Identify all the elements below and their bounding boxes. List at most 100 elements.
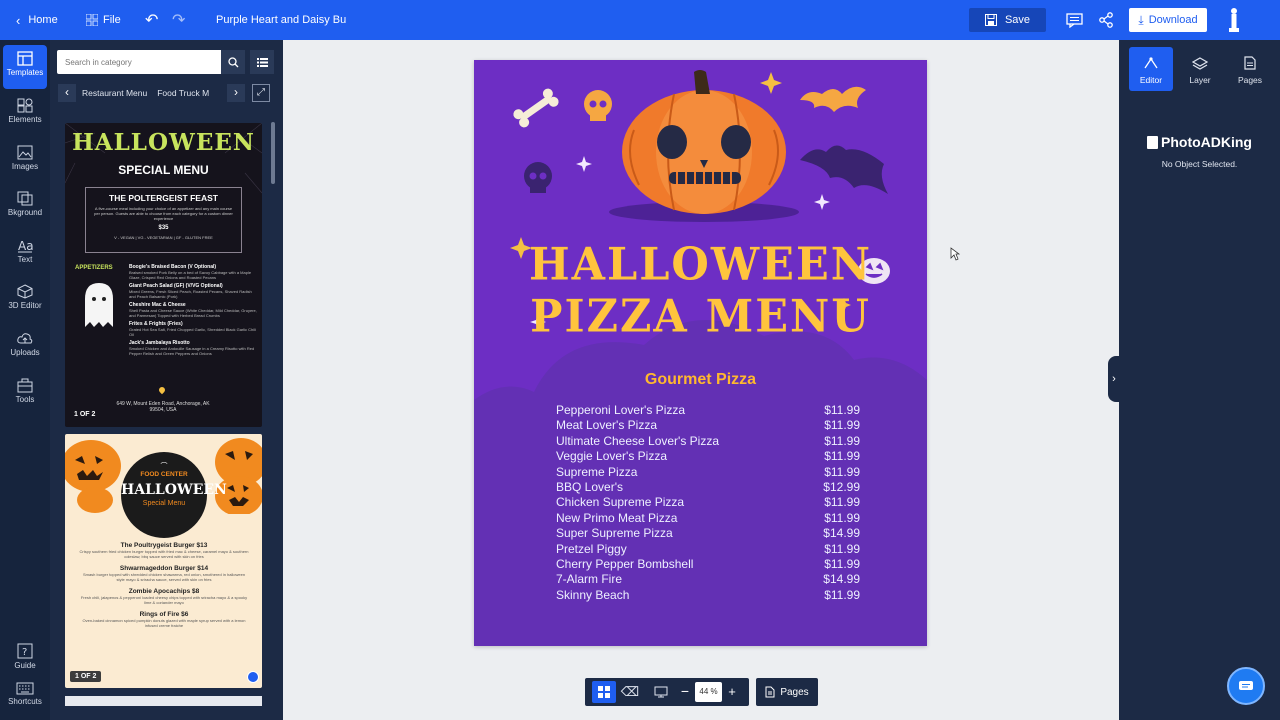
undo-icon[interactable]: ↶ (145, 0, 158, 40)
pages-button[interactable]: Pages (756, 678, 818, 706)
zoom-level[interactable]: 44 % (695, 682, 722, 702)
rail-item-images[interactable]: Images (3, 139, 47, 183)
item-name: Rings of Fire $6 (139, 611, 189, 618)
expand-button[interactable]: ⤢ (252, 84, 270, 102)
menu-item-name: BBQ Lover's (556, 480, 623, 494)
home-button[interactable]: ‹ Home (16, 0, 58, 40)
templates-icon (17, 51, 33, 66)
thumb2-subtitle: Special Menu (142, 500, 186, 507)
search-input[interactable] (57, 50, 221, 74)
thumb1-pager: 1 OF 2 (74, 411, 96, 418)
svg-text:?: ? (22, 647, 27, 658)
rail-item-uploads[interactable]: Uploads (3, 325, 47, 369)
share-icon[interactable] (1098, 0, 1114, 40)
document-title[interactable]: Purple Heart and Daisy Bu (216, 0, 346, 40)
bone-icon (513, 88, 559, 128)
design-page[interactable]: HALLOWEEN PIZZA MENU Gourmet Pizza Peppe… (474, 60, 927, 646)
selection-status: No Object Selected. (1161, 159, 1238, 169)
rail-item-guide[interactable]: ? Guide (3, 637, 47, 681)
grid-icon (86, 14, 98, 26)
save-button[interactable]: Save (969, 8, 1046, 32)
menu-item[interactable]: New Primo Meat Pizza $11.99 (556, 511, 860, 526)
menu-item[interactable]: Pepperoni Lover's Pizza $11.99 (556, 403, 860, 418)
save-icon (984, 14, 997, 26)
menu-item-price: $11.99 (824, 541, 860, 556)
design-title-line2[interactable]: PIZZA MENU (474, 291, 927, 344)
category-next-button[interactable]: › (227, 84, 245, 102)
grid-view-button[interactable] (592, 681, 616, 703)
present-icon[interactable] (650, 681, 672, 703)
avatar[interactable] (1227, 0, 1241, 40)
tab-layer[interactable]: Layer (1178, 47, 1222, 91)
menu-item[interactable]: Chicken Supreme Pizza $11.99 (556, 495, 860, 510)
rail-item-templates[interactable]: Templates (3, 45, 47, 89)
background-icon (17, 191, 33, 206)
thumb2-title: HALLOWEEN (121, 482, 227, 498)
tab-pages[interactable]: Pages (1228, 47, 1272, 91)
rail-label: Bkground (7, 208, 43, 217)
menu-item-name: Veggie Lover's Pizza (556, 449, 668, 464)
rail-item-background[interactable]: Bkground (3, 185, 47, 229)
rail-item-tools[interactable]: Tools (3, 372, 47, 416)
category-chip[interactable]: Food Truck M (157, 88, 209, 98)
category-chip[interactable]: Restaurant Menu (82, 88, 147, 98)
eraser-icon[interactable]: ⌫ (619, 681, 641, 703)
tab-editor[interactable]: Editor (1129, 47, 1173, 91)
images-icon (17, 145, 33, 160)
template-thumb-2[interactable]: ⌒ FOOD CENTER HALLOWEEN Special Menu The… (65, 434, 262, 688)
rail-label: Tools (15, 395, 35, 404)
list-view-button[interactable] (250, 50, 274, 74)
menu-item-price: $11.99 (824, 495, 860, 510)
menu-section-heading[interactable]: Gourmet Pizza (474, 371, 927, 389)
tab-label: Editor (1139, 75, 1163, 85)
item-desc: Smoked Chicken and Andouille Sausage in … (129, 346, 255, 356)
search-button[interactable] (221, 50, 245, 74)
thumb1-title: HALLOWEEN (72, 129, 255, 156)
premium-badge-icon (247, 671, 259, 683)
design-title-line1[interactable]: HALLOWEEN (474, 239, 927, 292)
template-thumb-3[interactable] (65, 696, 262, 706)
menu-item-name: 7-Alarm Fire (556, 572, 623, 587)
menu-item[interactable]: 7-Alarm Fire $14.99 (556, 572, 860, 587)
redo-icon[interactable]: ↷ (172, 0, 185, 40)
feast-legend: V - VEGAN | VG - VEGETARIAN | GF - GLUTE… (114, 235, 213, 240)
menu-item[interactable]: Meat Lover's Pizza $11.99 (556, 418, 860, 433)
menu-item[interactable]: Ultimate Cheese Lover's Pizza $11.99 (556, 434, 860, 449)
thumb2-list: The Poultrygeist Burger $13 Crispy southe… (79, 542, 249, 628)
chat-button[interactable] (1227, 667, 1265, 705)
download-button[interactable]: ⤓ Download (1129, 8, 1207, 32)
panel-scrollbar[interactable] (271, 122, 275, 184)
item-desc: Shell Pasta and Cheese Sauce (White Ched… (129, 308, 257, 318)
rail-item-shortcuts[interactable]: Shortcuts (3, 676, 47, 720)
rail-item-elements[interactable]: Elements (3, 92, 47, 136)
category-prev-button[interactable]: ‹ (58, 84, 76, 102)
rail-item-text[interactable]: Aa Text (3, 232, 47, 276)
menu-item-name: Supreme Pizza (556, 464, 638, 479)
menu-item[interactable]: BBQ Lover's $12.99 (556, 480, 860, 495)
logo-icon (1147, 135, 1158, 149)
feast-desc: A five-course meal including your choice… (94, 206, 233, 221)
download-label: Download (1148, 14, 1198, 26)
menu-item[interactable]: Veggie Lover's Pizza $11.99 (556, 449, 860, 464)
template-thumb-1[interactable]: HALLOWEEN SPECIAL MENU THE POLTERGEIST F… (65, 123, 262, 427)
menu-item-name: Pretzel Piggy (556, 541, 627, 556)
thumb2-brand: FOOD CENTER (140, 471, 188, 478)
tab-label: Layer (1189, 75, 1211, 85)
rail-item-3d-editor[interactable]: 3D Editor (3, 278, 47, 322)
comment-icon[interactable] (1066, 0, 1083, 40)
menu-item[interactable]: Cherry Pepper Bombshell $11.99 (556, 557, 860, 572)
guide-icon: ? (17, 643, 33, 659)
menu-item[interactable]: Supreme Pizza $11.99 (556, 465, 860, 480)
file-menu-button[interactable]: File (86, 0, 121, 40)
zoom-in-button[interactable]: + (724, 681, 740, 703)
bat-icon-dark (800, 145, 888, 194)
elements-icon (17, 98, 33, 113)
upload-icon (17, 333, 33, 344)
menu-item-price: $12.99 (823, 480, 860, 494)
menu-item[interactable]: Pretzel Piggy $11.99 (556, 542, 860, 557)
zoom-out-button[interactable]: − (677, 681, 693, 703)
search-icon (227, 56, 238, 67)
menu-item[interactable]: Super Supreme Pizza $14.99 (556, 526, 860, 541)
home-label: Home (28, 14, 58, 26)
menu-item[interactable]: Skinny Beach $11.99 (556, 588, 860, 603)
